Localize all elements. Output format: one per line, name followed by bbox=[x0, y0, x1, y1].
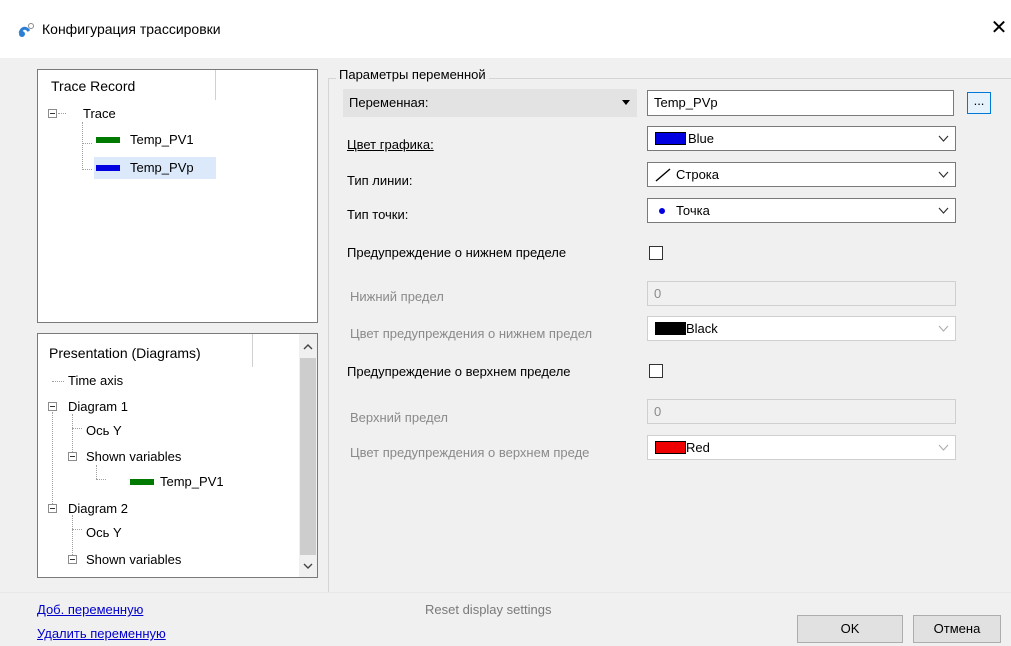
low-limit-input[interactable]: 0 bbox=[647, 281, 956, 306]
variable-label: Переменная: bbox=[349, 95, 429, 110]
blue-swatch-icon bbox=[655, 132, 686, 145]
tree-connector bbox=[82, 143, 92, 144]
tree-connector bbox=[72, 428, 82, 429]
tree-item-axis-y[interactable]: Ось Y bbox=[86, 423, 122, 438]
collapse-toggle-icon[interactable] bbox=[48, 504, 57, 513]
tree-item-shown-variables[interactable]: Shown variables bbox=[86, 449, 181, 464]
tree-connector bbox=[96, 479, 106, 480]
tree-item-trace[interactable]: Trace bbox=[83, 106, 116, 121]
line-type-label: Тип линии: bbox=[347, 173, 413, 188]
scroll-down-icon[interactable] bbox=[302, 561, 314, 571]
collapse-toggle-icon[interactable] bbox=[48, 109, 57, 118]
point-type-select[interactable]: Точка bbox=[647, 198, 956, 223]
line-type-value: Строка bbox=[676, 167, 720, 182]
tree-connector bbox=[96, 465, 97, 479]
tree-item-temp-pv1[interactable]: Temp_PV1 bbox=[130, 132, 194, 147]
high-warning-checkbox[interactable] bbox=[649, 364, 663, 378]
browse-button[interactable]: ... bbox=[967, 92, 991, 114]
header-divider bbox=[215, 70, 216, 100]
line-type-select[interactable]: Строка bbox=[647, 162, 956, 187]
scroll-up-icon[interactable] bbox=[302, 342, 314, 352]
tree-connector bbox=[52, 381, 64, 382]
chevron-down-icon bbox=[938, 135, 949, 142]
low-color-value: Black bbox=[686, 321, 718, 336]
tree-item-axis-y[interactable]: Ось Y bbox=[86, 525, 122, 540]
chevron-down-icon bbox=[938, 207, 949, 214]
point-type-value: Точка bbox=[676, 203, 710, 218]
tree-item-temp-pv1[interactable]: Temp_PV1 bbox=[160, 474, 224, 489]
low-warning-checkbox[interactable] bbox=[649, 246, 663, 260]
presentation-panel: Presentation (Diagrams) Time axis Diagra… bbox=[37, 333, 318, 578]
dropdown-arrow-icon bbox=[622, 100, 630, 105]
graph-color-select[interactable]: Blue bbox=[647, 126, 956, 151]
tree-item-temp-pvp[interactable]: Temp_PVp bbox=[130, 160, 194, 175]
reset-display-button[interactable]: Reset display settings bbox=[425, 602, 551, 617]
collapse-toggle-icon[interactable] bbox=[68, 452, 77, 461]
collapse-toggle-icon[interactable] bbox=[48, 402, 57, 411]
black-swatch-icon bbox=[655, 322, 686, 335]
variable-dropdown[interactable]: Переменная: bbox=[343, 89, 637, 117]
chevron-down-icon bbox=[938, 171, 949, 178]
tree-item-shown-variables[interactable]: Shown variables bbox=[86, 552, 181, 567]
high-warning-label: Предупреждение о верхнем пределе bbox=[347, 364, 571, 379]
header-divider bbox=[252, 334, 253, 367]
high-color-label: Цвет предупреждения о верхнем преде bbox=[350, 445, 590, 460]
params-group-title: Параметры переменной bbox=[336, 67, 489, 82]
tree-connector bbox=[72, 414, 73, 428]
point-type-label: Тип точки: bbox=[347, 207, 409, 222]
low-limit-label: Нижний предел bbox=[350, 289, 444, 304]
remove-variable-link[interactable]: Удалить переменную bbox=[37, 626, 166, 641]
green-swatch-icon bbox=[96, 137, 120, 143]
variable-name-input[interactable]: Temp_PVp bbox=[647, 90, 954, 116]
close-button[interactable]: ✕ bbox=[988, 17, 1010, 39]
add-variable-link[interactable]: Доб. переменную bbox=[37, 602, 143, 617]
line-style-icon bbox=[655, 168, 671, 182]
point-dot-icon bbox=[659, 208, 665, 214]
scroll-thumb[interactable] bbox=[300, 358, 316, 555]
tree-item-diagram-2[interactable]: Diagram 2 bbox=[68, 501, 128, 516]
trace-record-panel: Trace Record Trace Temp_PV1 Temp_PVp bbox=[37, 69, 318, 323]
tree-connector bbox=[72, 515, 73, 529]
ok-button[interactable]: OK bbox=[797, 615, 903, 643]
low-warning-label: Предупреждение о нижнем пределе bbox=[347, 245, 567, 260]
high-limit-label: Верхний предел bbox=[350, 410, 448, 425]
window-title: Конфигурация трассировки bbox=[42, 21, 221, 37]
collapse-toggle-icon[interactable] bbox=[68, 555, 77, 564]
green-swatch-icon bbox=[130, 479, 154, 485]
red-swatch-icon bbox=[655, 441, 686, 454]
footer-divider bbox=[0, 592, 1011, 593]
tree-connector bbox=[52, 412, 53, 512]
tree-item-time-axis[interactable]: Time axis bbox=[68, 373, 123, 388]
chevron-down-icon bbox=[938, 444, 949, 451]
trace-config-icon bbox=[18, 23, 34, 37]
cancel-button[interactable]: Отмена bbox=[913, 615, 1001, 643]
tree-connector bbox=[72, 428, 73, 454]
high-color-select[interactable]: Red bbox=[647, 435, 956, 460]
blue-swatch-icon bbox=[96, 165, 120, 171]
high-limit-input[interactable]: 0 bbox=[647, 399, 956, 424]
presentation-header: Presentation (Diagrams) bbox=[49, 345, 201, 361]
tree-connector bbox=[72, 529, 82, 530]
high-color-value: Red bbox=[686, 440, 710, 455]
graph-color-value: Blue bbox=[688, 131, 715, 146]
chevron-down-icon bbox=[938, 325, 949, 332]
low-color-label: Цвет предупреждения о нижнем предел bbox=[350, 326, 593, 341]
tree-connector bbox=[58, 113, 66, 114]
tree-item-diagram-1[interactable]: Diagram 1 bbox=[68, 399, 128, 414]
tree-connector bbox=[72, 529, 73, 557]
tree-connector bbox=[82, 122, 83, 170]
trace-record-header: Trace Record bbox=[51, 78, 136, 94]
low-color-select[interactable]: Black bbox=[647, 316, 956, 341]
graph-color-label: Цвет графика: bbox=[347, 137, 434, 152]
tree-connector bbox=[82, 169, 92, 170]
